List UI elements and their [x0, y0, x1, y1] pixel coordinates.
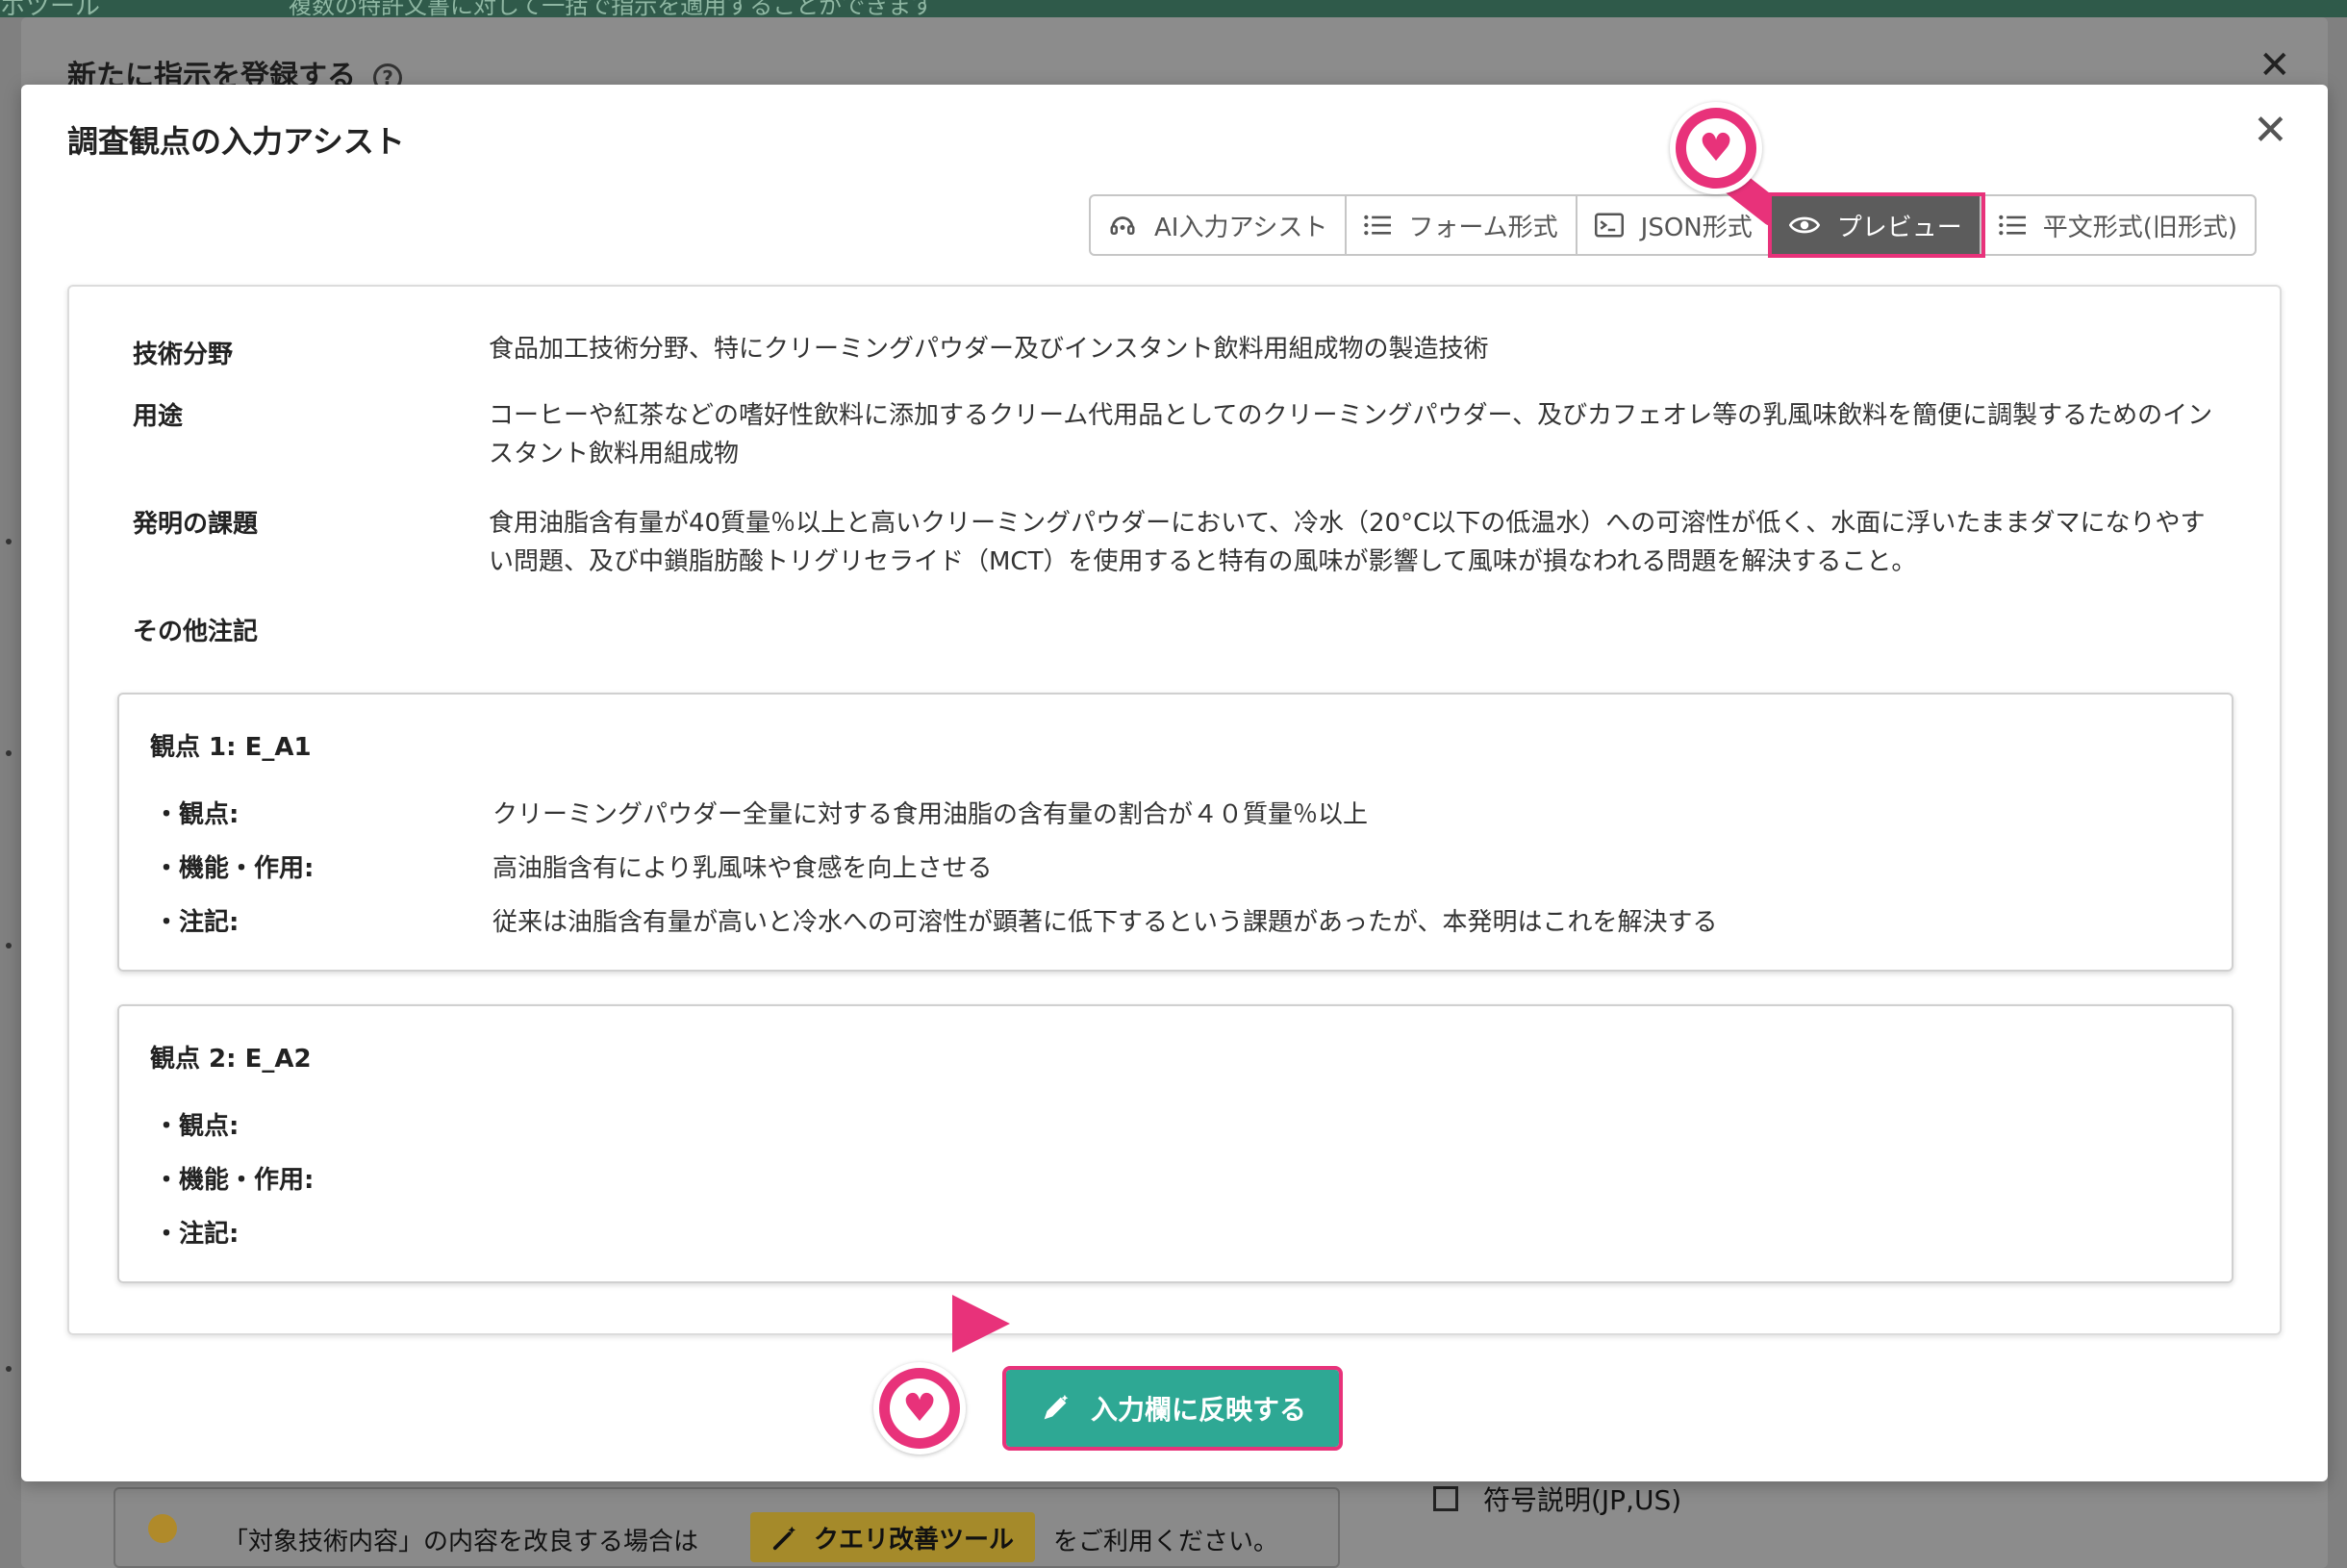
tab-label: フォーム形式: [1408, 213, 1558, 242]
field-value: 食用油脂含有量が40質量％以上と高いクリーミングパウダーにおいて、冷水（20°C…: [489, 509, 2206, 576]
tab-plaintext[interactable]: 平文形式(旧形式): [1981, 196, 2255, 254]
background-bullet: [6, 539, 12, 544]
function-row: ・機能・作用:: [154, 1160, 492, 1196]
heart-marker: ♥: [1670, 102, 1762, 194]
tab-label: AI入力アシスト: [1154, 213, 1328, 242]
field-other: その他注記: [133, 612, 2230, 647]
viewpoint-title: 観点 2: E_A2: [150, 1045, 312, 1074]
field-value: 食品加工技術分野、特にクリーミングパウダー及びインスタント飲料用組成物の製造技術: [489, 335, 1489, 364]
field-problem: 発明の課題 食用油脂含有量が40質量％以上と高いクリーミングパウダーにおいて、冷…: [133, 504, 2230, 581]
field-label: 技術分野: [133, 341, 234, 369]
field-label: 発明の課題: [133, 510, 259, 539]
row-label: ・注記:: [154, 1220, 240, 1249]
terminal-icon: [1594, 213, 1624, 238]
row-value: 従来は油脂含有量が高いと冷水への可溶性が顕著に低下するという課題があったが、本発…: [492, 908, 1718, 937]
background-bullet: [6, 943, 12, 948]
row-label: ・観点:: [154, 1112, 240, 1141]
list-icon: [1364, 214, 1392, 237]
tab-label: JSON形式: [1640, 213, 1753, 242]
pen-icon: [1039, 1392, 1072, 1425]
row-label: ・観点:: [154, 800, 240, 829]
tab-label: プレビュー: [1836, 213, 1962, 242]
ai-assistant-icon: [1108, 211, 1137, 240]
marker-pointer: [952, 1295, 1010, 1353]
row-value: クリーミングパウダー全量に対する食用油脂の含有量の割合が４０質量％以上: [492, 800, 1369, 829]
apply-button-label: 入力欄に反映する: [1090, 1394, 1306, 1426]
close-icon[interactable]: ✕: [2253, 110, 2288, 152]
query-improve-button[interactable]: クエリ改善ツール: [750, 1512, 1036, 1562]
modal-title: 調査観点の入力アシスト: [67, 123, 405, 160]
field-tech-field: 技術分野 食品加工技術分野、特にクリーミングパウダー及びインスタント飲料用組成物…: [133, 335, 2230, 370]
viewpoint-card: 観点 1: E_A1 ・観点: クリーミングパウダー全量に対する食用油脂の含有量…: [117, 693, 2233, 972]
background-bullet: [6, 750, 12, 756]
lightbulb-icon: [148, 1514, 177, 1543]
row-label: ・注記:: [154, 908, 240, 937]
apply-to-input-button[interactable]: 入力欄に反映する: [1002, 1366, 1343, 1451]
viewpoint-row: ・観点:: [154, 1106, 492, 1142]
row-label: ・機能・作用:: [154, 854, 315, 883]
field-label: 用途: [133, 402, 184, 431]
checkbox[interactable]: [1433, 1486, 1458, 1511]
background-close-icon[interactable]: ✕: [2259, 46, 2291, 85]
magic-wand-icon: [772, 1526, 795, 1551]
tab-form[interactable]: フォーム形式: [1347, 196, 1577, 254]
row-label: ・機能・作用:: [154, 1166, 315, 1195]
field-value: コーヒーや紅茶などの嗜好性飲料に添加するクリーム代用品としてのクリーミングパウダ…: [489, 401, 2213, 468]
viewpoint-card: 観点 2: E_A2 ・観点: ・機能・作用: ・注記:: [117, 1004, 2233, 1283]
preview-panel: 技術分野 食品加工技術分野、特にクリーミングパウダー及びインスタント飲料用組成物…: [67, 285, 2282, 1335]
row-value: 高油脂含有により乳風味や食感を向上させる: [492, 854, 993, 883]
tab-label: 平文形式(旧形式): [2042, 213, 2238, 242]
note-row: ・注記: 従来は油脂含有量が高いと冷水への可溶性が顕著に低下するという課題があっ…: [154, 902, 1717, 938]
field-label: その他注記: [133, 618, 259, 646]
field-value: [489, 612, 2230, 647]
field-use: 用途 コーヒーや紅茶などの嗜好性飲料に添加するクリーム代用品としてのクリーミング…: [133, 396, 2230, 473]
viewpoint-title: 観点 1: E_A1: [150, 733, 312, 762]
background-checkbox-row[interactable]: 符号説明(JP,US): [1433, 1479, 1681, 1518]
note-row: ・注記:: [154, 1214, 492, 1250]
tab-preview[interactable]: プレビュー: [1767, 192, 1985, 258]
hint-text: 「対象技術内容」の内容を改良する場合は: [223, 1528, 699, 1556]
background-bullet: [6, 1366, 12, 1372]
input-assist-modal: 調査観点の入力アシスト ✕ AI入力アシスト フォーム形式 JSON形式 プレビ…: [21, 85, 2328, 1481]
eye-icon: [1788, 215, 1820, 236]
hint-text-tail: をご利用ください。: [1053, 1528, 1279, 1556]
tab-ai-assist[interactable]: AI入力アシスト: [1091, 196, 1348, 254]
viewpoint-row: ・観点: クリーミングパウダー全量に対する食用油脂の含有量の割合が４０質量％以上: [154, 795, 1368, 830]
checkbox-label: 符号説明(JP,US): [1483, 1484, 1682, 1516]
background-hint-box: 「対象技術内容」の内容を改良する場合は クエリ改善ツール をご利用ください。: [114, 1487, 1340, 1568]
list-icon: [1998, 214, 2026, 237]
heart-marker: ♥: [873, 1362, 966, 1454]
format-tabs: AI入力アシスト フォーム形式 JSON形式 プレビュー 平文形式(旧形式): [1089, 192, 2258, 258]
background-topbar: ホツール 複数の特許文書に対して一括で指示を適用することができます: [0, 0, 2347, 21]
heart-icon: ♥: [1699, 126, 1733, 170]
function-row: ・機能・作用: 高油脂含有により乳風味や食感を向上させる: [154, 848, 992, 884]
heart-icon: ♥: [902, 1386, 937, 1430]
